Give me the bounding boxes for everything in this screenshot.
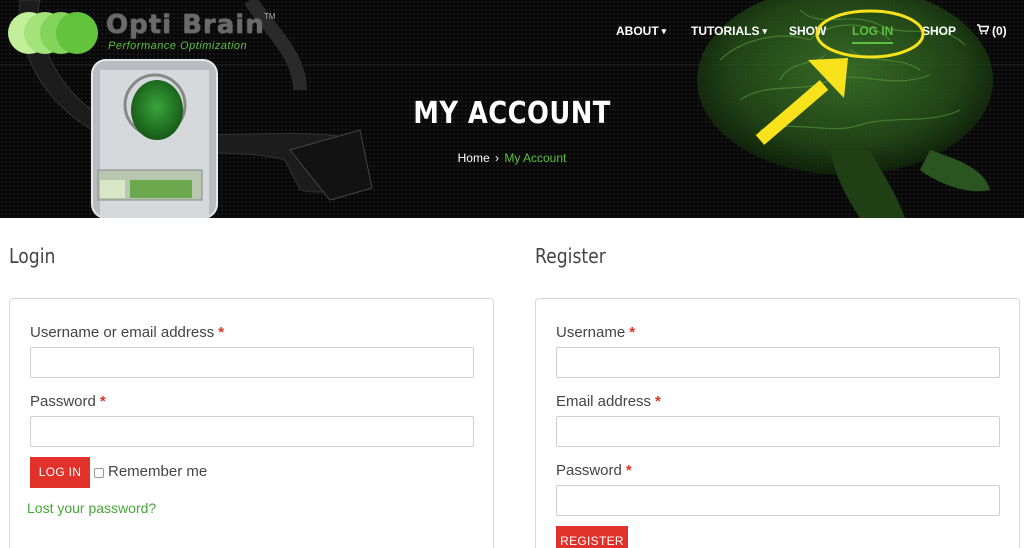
reg-password-label: Password * [556, 462, 632, 479]
login-button[interactable]: LOG IN [30, 457, 90, 488]
breadcrumb-separator: › [494, 151, 499, 165]
login-password-input[interactable] [30, 416, 474, 447]
page-header: Opti Brain TM Performance Optimization A… [0, 0, 1024, 218]
page-title: MY ACCOUNT [413, 96, 611, 131]
breadcrumb-current: My Account [504, 151, 567, 165]
breadcrumb: Home › My Account [0, 151, 1024, 165]
required-mark: * [629, 324, 636, 341]
login-heading: Login [9, 244, 56, 268]
register-password-input[interactable] [556, 485, 1000, 516]
reg-email-label-text: Email address [556, 393, 652, 410]
login-username-input[interactable] [30, 347, 474, 378]
register-panel: Username * Email address * Password * REGIS… [535, 298, 1020, 548]
remember-me-label[interactable]: Remember me [108, 463, 207, 480]
annotation-circle [815, 9, 925, 59]
register-button[interactable]: REGISTER [556, 526, 628, 548]
register-username-input[interactable] [556, 347, 1000, 378]
required-mark: * [625, 462, 632, 479]
remember-me-checkbox[interactable] [94, 468, 104, 478]
password-label-text: Password [30, 393, 96, 410]
reg-password-label-text: Password [556, 462, 622, 479]
required-mark: * [655, 393, 661, 410]
password-label: Password * [30, 393, 106, 410]
username-label-text: Username or email address [30, 324, 215, 341]
register-email-input[interactable] [556, 416, 1000, 447]
login-panel: Username or email address * Password * LOG… [9, 298, 494, 548]
required-mark: * [99, 393, 106, 410]
lost-password-link[interactable]: Lost your password? [27, 500, 156, 516]
reg-email-label: Email address * [556, 393, 661, 410]
required-mark: * [218, 324, 225, 341]
register-heading: Register [535, 244, 606, 268]
reg-username-label: Username * [556, 324, 635, 341]
username-label: Username or email address * [30, 324, 224, 341]
reg-username-label-text: Username [556, 324, 626, 341]
breadcrumb-home[interactable]: Home [458, 151, 490, 165]
